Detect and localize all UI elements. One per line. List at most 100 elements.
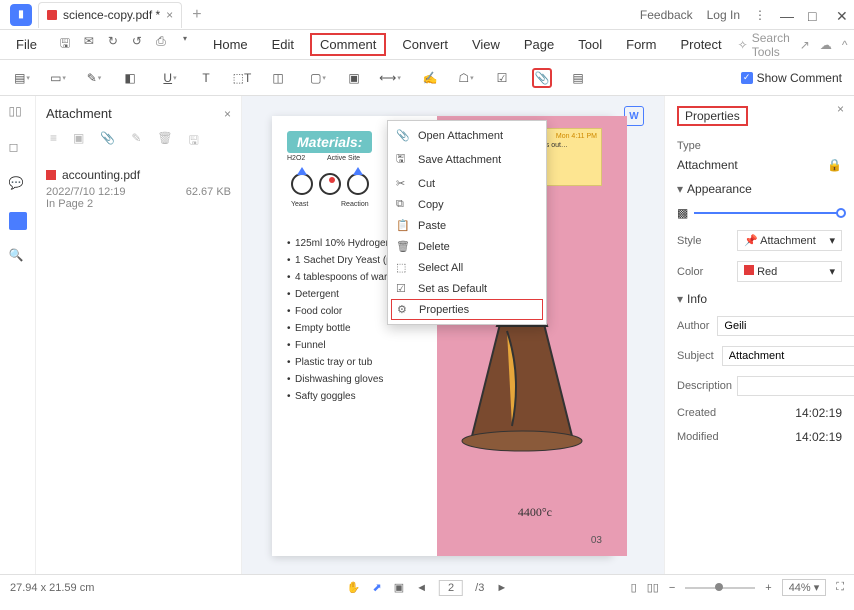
menu-view[interactable]: View <box>464 33 508 56</box>
hand-tool-icon[interactable]: ✋ <box>347 581 361 594</box>
tab-add-icon[interactable]: + <box>192 6 201 24</box>
ctx-properties[interactable]: ⚙Properties <box>391 299 543 320</box>
menu-file[interactable]: File <box>8 33 45 56</box>
ctx-save-attachment[interactable]: 🖫Save Attachment <box>388 146 546 173</box>
prev-page-icon[interactable]: ◄ <box>416 582 427 594</box>
highlight-icon[interactable]: ▭▾ <box>48 68 68 88</box>
comment-toolbar: ▤▾ ▭▾ ✎▾ ◧ U▾ T ⬚T ◫ ▢▾ ▣ ⟷▾ ✍ ☖▾ ☑ 📎 ▤ … <box>0 60 854 96</box>
clip-icon: 📎 <box>396 129 410 142</box>
ctx-open-attachment[interactable]: 📎Open Attachment <box>388 125 546 146</box>
sparkle-icon: ✧ <box>738 38 748 52</box>
shape-icon[interactable]: ▢▾ <box>308 68 328 88</box>
search-icon[interactable]: 🔍 <box>9 248 27 266</box>
signature-icon[interactable]: ✍ <box>420 68 440 88</box>
ctx-cut[interactable]: ✂Cut <box>388 173 546 194</box>
mail-icon[interactable]: ✉ <box>81 34 97 55</box>
maximize-icon[interactable]: □ <box>808 8 822 22</box>
caret-icon[interactable]: ^ <box>842 38 848 52</box>
next-page-icon[interactable]: ► <box>496 582 507 594</box>
comment-list-icon[interactable]: ▤ <box>568 68 588 88</box>
fullscreen-icon[interactable]: ⛶ <box>836 581 844 594</box>
save-att-icon[interactable]: 🖫 <box>189 131 199 152</box>
share-icon[interactable]: ↗ <box>800 38 810 52</box>
kebab-icon[interactable]: ⋮ <box>754 8 766 22</box>
style-select[interactable]: 📌 Attachment▾ <box>737 230 842 251</box>
menu-convert[interactable]: Convert <box>394 33 456 56</box>
measure-icon[interactable]: ⟷▾ <box>380 68 400 88</box>
add-icon[interactable]: ▣ <box>73 131 84 152</box>
lock-icon[interactable]: 🔒 <box>827 158 842 172</box>
menu-tool[interactable]: Tool <box>570 33 610 56</box>
eraser-icon[interactable]: ◧ <box>120 68 140 88</box>
page-dimensions: 27.94 x 21.59 cm <box>10 582 94 594</box>
stamp2-icon[interactable]: ☖▾ <box>456 68 476 88</box>
props-close-icon[interactable]: × <box>837 102 844 116</box>
text-icon[interactable]: T <box>196 68 216 88</box>
bookmarks-icon[interactable]: ◻ <box>9 140 27 158</box>
feedback-link[interactable]: Feedback <box>640 8 693 22</box>
login-link[interactable]: Log In <box>707 8 740 22</box>
attachment-panel: Attachment × ≡ ▣ 📎 ✎ 🗑 🖫 accounting.pdf … <box>36 96 242 574</box>
print-icon[interactable]: ⎙ <box>153 34 169 55</box>
document-canvas[interactable]: W Materials: H2O2 Active Site Yeast Reac… <box>242 96 664 574</box>
panel-close-icon[interactable]: × <box>224 107 231 121</box>
ctx-select-all[interactable]: ⬚Select All <box>388 257 546 278</box>
page-layout-icon[interactable]: ▯ <box>631 581 637 594</box>
attachments-icon[interactable] <box>9 212 27 230</box>
ctx-copy[interactable]: ⧉Copy <box>388 194 546 215</box>
comments-icon[interactable]: 💬 <box>9 176 27 194</box>
author-input[interactable] <box>717 316 854 336</box>
pencil-icon[interactable]: ✎▾ <box>84 68 104 88</box>
document-tab[interactable]: science-copy.pdf * × <box>38 2 182 28</box>
callout-icon[interactable]: ◫ <box>268 68 288 88</box>
zoom-in-icon[interactable]: + <box>765 582 771 594</box>
stamp-icon[interactable]: ▣ <box>344 68 364 88</box>
menu-form[interactable]: Form <box>618 33 664 56</box>
description-input[interactable] <box>737 376 854 396</box>
menu-page[interactable]: Page <box>516 33 562 56</box>
minimize-icon[interactable]: — <box>780 8 794 22</box>
ctx-delete[interactable]: 🗑Delete <box>388 236 546 257</box>
menu-comment[interactable]: Comment <box>310 33 386 56</box>
subject-input[interactable] <box>722 346 854 366</box>
word-badge-icon[interactable]: W <box>624 106 644 126</box>
clip-icon[interactable]: 📎 <box>100 131 115 152</box>
textbox-icon[interactable]: ⬚T <box>232 68 252 88</box>
edit-icon[interactable]: ✎ <box>131 131 141 152</box>
color-select[interactable]: Red▾ <box>737 261 842 282</box>
close-icon[interactable]: ✕ <box>836 8 850 22</box>
zoom-slider[interactable] <box>685 587 755 589</box>
two-page-icon[interactable]: ▯▯ <box>647 581 659 594</box>
menu-edit[interactable]: Edit <box>264 33 302 56</box>
modified-label: Modified <box>677 431 729 443</box>
zoom-out-icon[interactable]: − <box>669 582 675 594</box>
attachment-icon[interactable]: 📎 <box>532 68 552 88</box>
thumbnails-icon[interactable]: ▯▯ <box>9 104 27 122</box>
select-tool-icon[interactable]: ⬈ <box>372 581 381 594</box>
search-input[interactable]: ✧ Search Tools <box>738 31 790 59</box>
approval-icon[interactable]: ☑ <box>492 68 512 88</box>
cloud-icon[interactable]: ☁ <box>820 38 832 52</box>
opacity-slider[interactable]: ▩ <box>677 206 842 220</box>
ctx-paste[interactable]: 📋Paste <box>388 215 546 236</box>
page-input[interactable]: 2 <box>439 580 463 596</box>
menu-protect[interactable]: Protect <box>672 33 729 56</box>
status-bar: 27.94 x 21.59 cm ✋ ⬈ ▣ ◄ 2 /3 ► ▯ ▯▯ − +… <box>0 574 854 600</box>
underline-icon[interactable]: U▾ <box>160 68 180 88</box>
fit-icon[interactable]: ▣ <box>394 581 404 594</box>
menu-home[interactable]: Home <box>205 33 256 56</box>
ctx-set-default[interactable]: ☑Set as Default <box>388 278 546 299</box>
caret-down-icon[interactable]: ▾ <box>677 292 683 306</box>
tab-close-icon[interactable]: × <box>166 8 173 22</box>
list-icon[interactable]: ≡ <box>50 131 57 152</box>
redo-icon[interactable]: ↻ <box>105 34 121 55</box>
chevron-down-icon[interactable]: ▾ <box>177 34 193 55</box>
show-comment-toggle[interactable]: ✓ Show Comment <box>741 71 842 85</box>
zoom-select[interactable]: 44% ▾ <box>782 579 827 596</box>
attachment-item[interactable]: accounting.pdf 2022/7/10 12:1962.67 KB I… <box>46 162 231 216</box>
delete-icon[interactable]: 🗑 <box>157 131 172 152</box>
caret-down-icon[interactable]: ▾ <box>677 182 683 196</box>
undo-icon[interactable]: ↺ <box>129 34 145 55</box>
save-icon[interactable]: 🖫 <box>57 34 73 55</box>
note-icon[interactable]: ▤▾ <box>12 68 32 88</box>
